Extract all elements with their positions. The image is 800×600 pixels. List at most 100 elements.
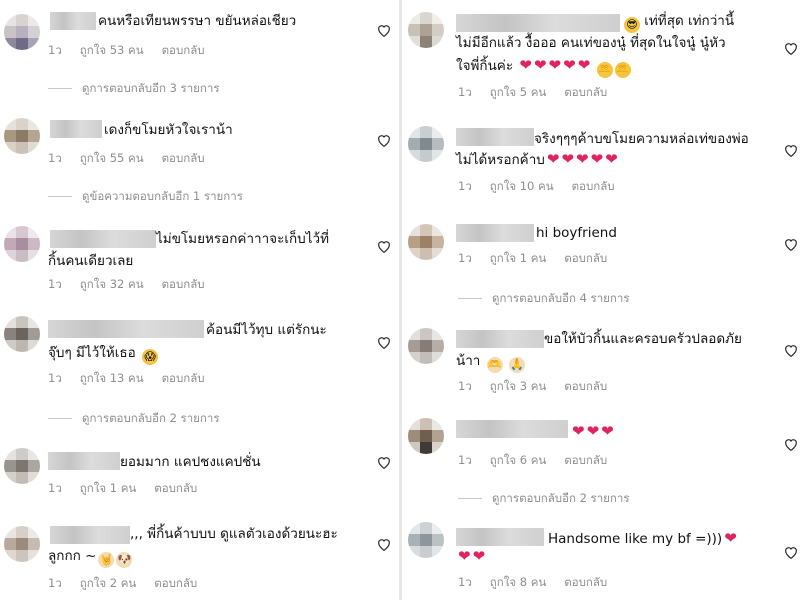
username-redacted[interactable]: [50, 526, 130, 544]
like-heart-icon[interactable]: [784, 144, 798, 157]
comment-age: 1ว: [48, 43, 62, 57]
avatar[interactable]: [4, 526, 40, 562]
replies-line: [48, 418, 72, 419]
sunglasses-emoji-icon: 😎: [624, 17, 640, 33]
like-count[interactable]: ถูกใจ 6 คน: [490, 453, 546, 467]
heart-emoji-icon: ❤: [577, 56, 591, 74]
avatar[interactable]: [408, 328, 444, 364]
like-heart-icon[interactable]: [377, 538, 391, 551]
pray-emoji-icon: 🙏: [508, 357, 525, 373]
reply-button[interactable]: ตอบกลับ: [564, 251, 607, 265]
comment-text: คนหรือเทียนพรรษา ขยันหล่อเชียว: [98, 10, 296, 32]
like-count[interactable]: ถูกใจ 5 คน: [490, 85, 546, 99]
reply-button[interactable]: ตอบกลับ: [162, 371, 205, 385]
replies-line: [458, 298, 482, 299]
like-heart-icon[interactable]: [377, 456, 391, 469]
like-count[interactable]: ถูกใจ 2 คน: [80, 576, 136, 590]
comment-age: 1ว: [48, 151, 62, 165]
avatar[interactable]: [4, 448, 40, 484]
comment-text: น้าา 🫶 🙏: [456, 350, 525, 373]
like-heart-icon[interactable]: [784, 42, 798, 55]
comment-text: hi boyfriend: [536, 222, 617, 244]
view-replies[interactable]: ดูการตอบกลับอีก 2 รายการ: [458, 490, 630, 508]
like-heart-icon[interactable]: [784, 438, 798, 451]
username-redacted[interactable]: [48, 320, 204, 338]
view-replies-label: ดูการตอบกลับอีก 4 รายการ: [492, 291, 630, 305]
like-count[interactable]: ถูกใจ 3 คน: [490, 379, 546, 393]
avatar[interactable]: [4, 226, 40, 262]
like-count[interactable]: ถูกใจ 8 คน: [490, 575, 546, 589]
like-heart-icon[interactable]: [784, 238, 798, 251]
reply-button[interactable]: ตอบกลับ: [564, 575, 607, 589]
hands-heart-emoji-icon: 🫶: [614, 62, 631, 78]
username-redacted[interactable]: [456, 420, 568, 438]
rock-emoji-icon: 🤘: [98, 552, 115, 568]
username-redacted[interactable]: [456, 528, 544, 546]
view-replies[interactable]: ดูการตอบกลับอีก 4 รายการ: [458, 290, 630, 308]
like-count[interactable]: ถูกใจ 13 คน: [80, 371, 144, 385]
comment-text: ❤ ❤ ❤: [570, 420, 614, 443]
view-replies[interactable]: ดูการตอบกลับอีก 2 รายการ: [48, 410, 220, 428]
like-count[interactable]: ถูกใจ 55 คน: [80, 151, 144, 165]
view-replies[interactable]: ดูข้อความตอบกลับอีก 1 รายการ: [48, 188, 243, 206]
heart-emoji-icon: ❤: [546, 150, 560, 168]
comment-line: ไม่มีอีกแล้ว งื้อออ คนเท่ของนู๋ ที่สุดใน…: [456, 35, 726, 51]
heart-emoji-icon: ❤: [724, 529, 737, 547]
like-heart-icon[interactable]: [377, 134, 391, 147]
comment-meta: 1ว ถูกใจ 10 คน ตอบกลับ: [458, 178, 633, 196]
username-redacted[interactable]: [456, 14, 620, 32]
like-count[interactable]: ถูกใจ 53 คน: [80, 43, 144, 57]
scream-emoji-icon: 😱: [142, 349, 159, 365]
username-redacted[interactable]: [456, 224, 534, 242]
like-count[interactable]: ถูกใจ 10 คน: [490, 179, 554, 193]
avatar[interactable]: [4, 14, 40, 50]
username-redacted[interactable]: [50, 12, 96, 30]
comment-line: คนหรือเทียนพรรษา ขยันหล่อเชียว: [98, 13, 297, 29]
comment-age: 1ว: [458, 379, 472, 393]
comment-age: 1ว: [458, 85, 472, 99]
avatar[interactable]: [408, 418, 444, 454]
username-redacted[interactable]: [456, 128, 534, 146]
reply-button[interactable]: ตอบกลับ: [564, 453, 607, 467]
heart-emoji-icon: ❤: [590, 150, 604, 168]
view-replies[interactable]: ดูการตอบกลับอีก 3 รายการ: [48, 80, 220, 98]
comment-meta: 1ว ถูกใจ 8 คน ตอบกลับ: [458, 574, 625, 592]
reply-button[interactable]: ตอบกลับ: [564, 85, 607, 99]
username-redacted[interactable]: [50, 230, 156, 248]
avatar[interactable]: [408, 522, 444, 558]
comment-text: เดงก็ขโมยหัวใจเราน้า: [104, 119, 233, 141]
avatar[interactable]: [408, 126, 444, 162]
avatar[interactable]: [408, 224, 444, 260]
like-heart-icon[interactable]: [377, 24, 391, 37]
reply-button[interactable]: ตอบกลับ: [154, 576, 197, 590]
avatar[interactable]: [408, 12, 444, 48]
username-redacted[interactable]: [456, 330, 544, 348]
reply-button[interactable]: ตอบกลับ: [162, 277, 205, 291]
comment-line: จริงๆๆๆค้าบขโมยความหล่อเท่ของพ่อ: [534, 131, 749, 147]
username-redacted[interactable]: [50, 120, 102, 138]
comment-text: จริงๆๆๆค้าบขโมยความหล่อเท่ของพ่อ: [534, 128, 749, 150]
reply-button[interactable]: ตอบกลับ: [162, 151, 205, 165]
like-count[interactable]: ถูกใจ 1 คน: [80, 481, 136, 495]
reply-button[interactable]: ตอบกลับ: [572, 179, 615, 193]
like-count[interactable]: ถูกใจ 1 คน: [490, 251, 546, 265]
like-heart-icon[interactable]: [784, 344, 798, 357]
comment-text: จุ๊บๆ มีไว้ให้เธอ 😱: [48, 342, 159, 365]
heart-emoji-icon: ❤: [563, 56, 576, 74]
comment-text: ,,, พี่กิ้นค้าบบบ ดูแลตัวเองด้วยนะฮะ: [130, 523, 338, 545]
comment-meta: 1ว ถูกใจ 1 คน ตอบกลับ: [48, 480, 215, 498]
reply-button[interactable]: ตอบกลับ: [154, 481, 197, 495]
username-redacted[interactable]: [48, 452, 120, 470]
heart-emoji-icon: ❤: [561, 150, 575, 168]
comment-line: hi boyfriend: [536, 225, 617, 241]
replies-line: [458, 498, 482, 499]
like-heart-icon[interactable]: [377, 240, 391, 253]
avatar[interactable]: [4, 316, 40, 352]
avatar[interactable]: [4, 118, 40, 154]
like-heart-icon[interactable]: [377, 336, 391, 349]
reply-button[interactable]: ตอบกลับ: [162, 43, 205, 57]
reply-button[interactable]: ตอบกลับ: [564, 379, 607, 393]
like-count[interactable]: ถูกใจ 32 คน: [80, 277, 144, 291]
like-heart-icon[interactable]: [784, 546, 798, 559]
dog-emoji-icon: 🐶: [116, 552, 133, 568]
